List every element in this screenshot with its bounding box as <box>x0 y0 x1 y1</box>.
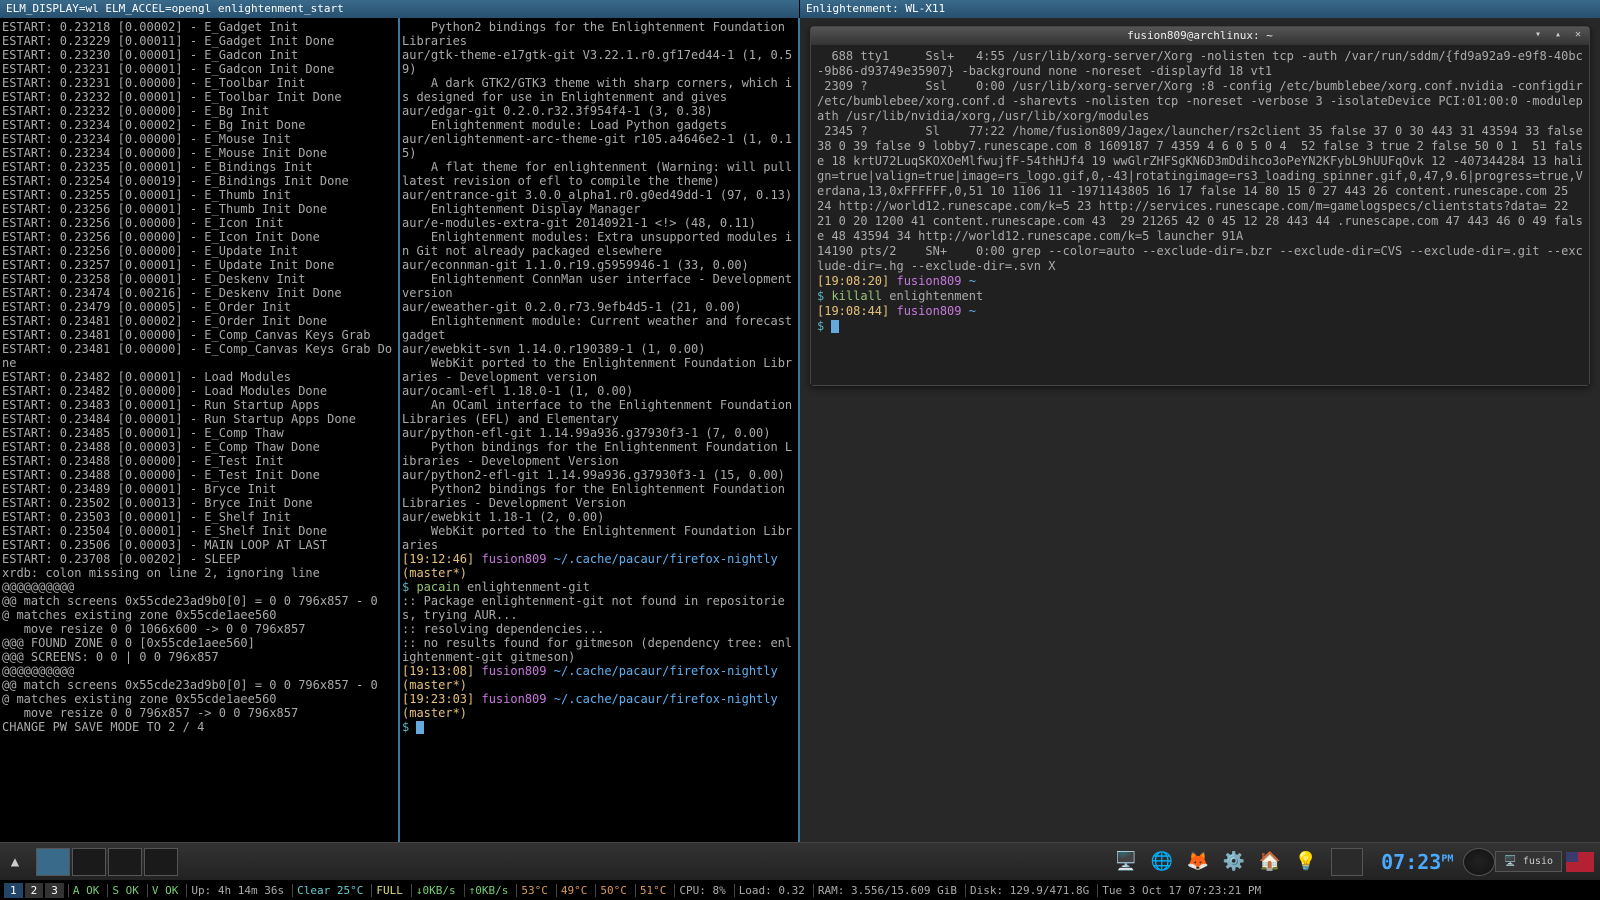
status-uptime: Up: 4h 14m 36s <box>186 884 288 897</box>
pager-cell-3[interactable] <box>108 848 142 876</box>
status-temp1: 53°C <box>516 884 552 897</box>
prompt-input[interactable]: $ <box>817 319 1583 334</box>
status-temp3: 50°C <box>595 884 631 897</box>
ps-output: 688 tty1 Ssl+ 4:55 /usr/lib/xorg-server/… <box>817 49 1583 274</box>
prompt-line: [19:23:03] fusion809 ~/.cache/pacaur/fir… <box>402 692 796 720</box>
terminal-pane-left[interactable]: ESTART: 0.23218 [0.00002] - E_Gadget Ini… <box>0 18 400 842</box>
tmux-statusbar: 1 2 3 A OK S OK V OK Up: 4h 14m 36s Clea… <box>0 880 1600 900</box>
tab-2[interactable]: 2 <box>25 883 44 898</box>
status-sok: S OK <box>107 884 143 897</box>
us-flag-icon[interactable] <box>1566 852 1594 872</box>
prompt-line: [19:08:20] fusion809 ~ <box>817 274 1583 289</box>
status-date: Tue 3 Oct 17 07:23:21 PM <box>1097 884 1265 897</box>
status-temp4: 51°C <box>635 884 671 897</box>
titlebar-right: Enlightenment: WL-X11 <box>800 0 1600 18</box>
status-weather: Clear 25°C <box>292 884 367 897</box>
pager[interactable] <box>36 848 178 876</box>
clock[interactable]: 07:23PM <box>1381 850 1453 874</box>
status-cpu: CPU: 8% <box>674 884 729 897</box>
bulb-icon[interactable]: 💡 <box>1291 847 1321 877</box>
status-aok: A OK <box>68 884 104 897</box>
prompt-line: [19:12:46] fusion809 ~/.cache/pacaur/fir… <box>402 552 796 580</box>
status-net-up: ↑0KB/s <box>464 884 513 897</box>
status-vok: V OK <box>147 884 183 897</box>
home-icon[interactable]: 🏠 <box>1255 847 1285 877</box>
firefox-icon[interactable]: 🦊 <box>1183 847 1213 877</box>
status-net-down: ↓0KB/s <box>411 884 460 897</box>
settings-icon[interactable]: ⚙️ <box>1219 847 1249 877</box>
tab-1[interactable]: 1 <box>4 883 23 898</box>
titlebar-left: ELM_DISPLAY=wl ELM_ACCEL=opengl enlighte… <box>0 0 800 18</box>
session-tabs[interactable]: 1 2 3 <box>4 883 64 898</box>
cpu-gadget[interactable] <box>1463 848 1495 876</box>
enlightenment-startup-log: ESTART: 0.23218 [0.00002] - E_Gadget Ini… <box>2 20 396 734</box>
aur-search-output: Python2 bindings for the Enlightenment F… <box>402 20 796 552</box>
taskbar-task[interactable]: 🖥️ fusio <box>1495 851 1562 872</box>
minimize-icon[interactable]: ▾ <box>1531 28 1545 42</box>
status-battery: FULL <box>371 884 407 897</box>
prompt-line: [19:08:44] fusion809 ~ <box>817 304 1583 319</box>
terminal-window[interactable]: fusion809@archlinux: ~ ▾ ▴ ✕ 688 tty1 Ss… <box>810 26 1590 386</box>
prompt-line: [19:13:08] fusion809 ~/.cache/pacaur/fir… <box>402 664 796 692</box>
terminal-body[interactable]: 688 tty1 Ssl+ 4:55 /usr/lib/xorg-server/… <box>811 45 1589 385</box>
prompt-input[interactable]: $ <box>402 720 796 734</box>
tab-3[interactable]: 3 <box>45 883 64 898</box>
close-icon[interactable]: ✕ <box>1571 28 1585 42</box>
pager-cell-2[interactable] <box>72 848 106 876</box>
status-temp2: 49°C <box>556 884 592 897</box>
command-line: $ pacain enlightenment-git <box>402 580 796 594</box>
terminal-pane-middle[interactable]: Python2 bindings for the Enlightenment F… <box>400 18 800 842</box>
status-load: Load: 0.32 <box>734 884 809 897</box>
pager-arrow-icon[interactable]: ▲ <box>0 854 30 870</box>
status-disk: Disk: 129.9/471.8G <box>965 884 1093 897</box>
pacain-output: :: Package enlightenment-git not found i… <box>402 594 796 664</box>
pager-cell-1[interactable] <box>36 848 70 876</box>
files-icon[interactable]: 🖥️ <box>1111 847 1141 877</box>
taskbar[interactable]: ▲ 🖥️ 🌐 🦊 ⚙️ 🏠 💡 07:23PM 🖥️ fusio <box>0 842 1600 880</box>
terminal-titlebar[interactable]: fusion809@archlinux: ~ ▾ ▴ ✕ <box>811 27 1589 45</box>
desktop-pane-right[interactable]: fusion809@archlinux: ~ ▾ ▴ ✕ 688 tty1 Ss… <box>800 18 1600 842</box>
status-ram: RAM: 3.556/15.609 GiB <box>813 884 961 897</box>
pager-cell-4[interactable] <box>144 848 178 876</box>
systray-cell[interactable] <box>1331 848 1363 876</box>
command-line: $ killall enlightenment <box>817 289 1583 304</box>
maximize-icon[interactable]: ▴ <box>1551 28 1565 42</box>
browser-icon[interactable]: 🌐 <box>1147 847 1177 877</box>
